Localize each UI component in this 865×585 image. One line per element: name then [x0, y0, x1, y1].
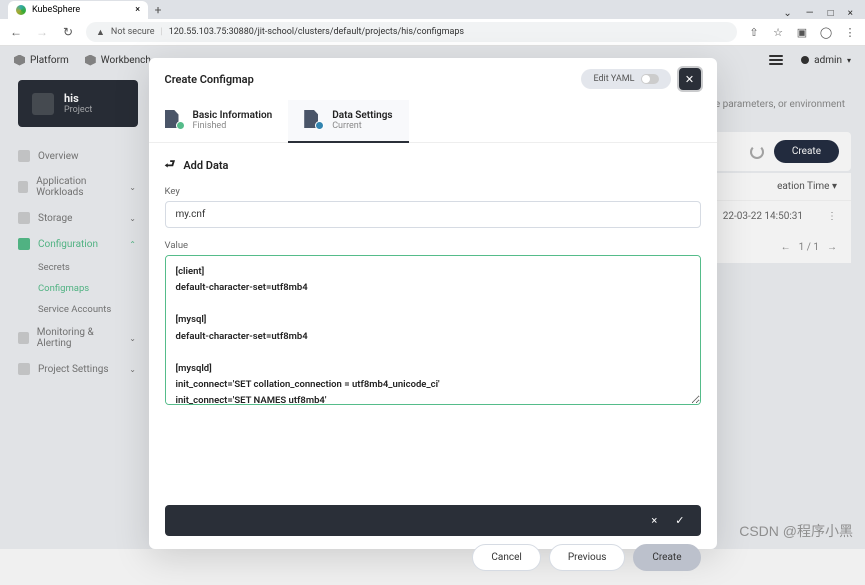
- key-input[interactable]: [165, 201, 701, 228]
- browser-menu-icon[interactable]: ⋮: [843, 25, 857, 39]
- address-bar: ← → ↻ ▲ Not secure | 120.55.103.75:30880…: [0, 19, 865, 46]
- browser-tab-strip: KubeSphere × + ⌄ — □ ×: [0, 0, 865, 19]
- step-data-settings[interactable]: Data Settings Current: [288, 100, 408, 143]
- url-text: 120.55.103.75:30880/jit-school/clusters/…: [169, 27, 464, 37]
- modal-actions: Cancel Previous Create: [149, 544, 717, 585]
- wizard-steps: Basic Information Finished Data Settings…: [149, 100, 717, 143]
- tab-title: KubeSphere: [32, 5, 80, 15]
- chevron-down-icon[interactable]: ⌄: [783, 8, 791, 19]
- window-minimize[interactable]: —: [806, 8, 814, 19]
- url-box[interactable]: ▲ Not secure | 120.55.103.75:30880/jit-s…: [86, 22, 737, 42]
- share-icon[interactable]: ⇧: [747, 25, 761, 39]
- modal-title: Create Configmap: [165, 73, 254, 86]
- favicon-icon: [16, 5, 26, 15]
- nav-forward[interactable]: →: [34, 24, 50, 40]
- tab-close-icon[interactable]: ×: [135, 5, 140, 15]
- nav-back[interactable]: ←: [8, 24, 24, 40]
- form-footer-bar: × ✓: [165, 505, 701, 536]
- form-title: Add Data: [183, 159, 228, 172]
- extensions-icon[interactable]: ▣: [795, 25, 809, 39]
- back-icon[interactable]: ⮐: [165, 155, 176, 176]
- star-icon[interactable]: ☆: [771, 25, 785, 39]
- browser-tab[interactable]: KubeSphere ×: [8, 1, 148, 19]
- app-root: Platform Workbench admin▾ his Project Ov…: [0, 46, 865, 549]
- not-secure-label: Not secure: [111, 27, 155, 37]
- close-icon[interactable]: ✕: [679, 68, 701, 90]
- watermark: CSDN @程序小黑: [739, 521, 853, 541]
- modal-backdrop: Create Configmap Edit YAML ✕ Basic Infor…: [0, 46, 865, 549]
- modal-header: Create Configmap Edit YAML ✕: [149, 58, 717, 100]
- form: ⮐ Add Data Key Value: [149, 143, 717, 429]
- not-secure-icon: ▲: [96, 27, 105, 38]
- doc-icon: [165, 110, 183, 128]
- window-controls: ⌄ — □ ×: [783, 8, 865, 19]
- value-label: Value: [165, 240, 701, 251]
- window-close[interactable]: ×: [848, 8, 853, 19]
- value-textarea[interactable]: [165, 255, 701, 405]
- step-basic-info[interactable]: Basic Information Finished: [149, 100, 289, 142]
- new-tab-button[interactable]: +: [148, 1, 168, 19]
- profile-icon[interactable]: ◯: [819, 25, 833, 39]
- create-submit-button[interactable]: Create: [633, 544, 700, 571]
- yaml-toggle[interactable]: [641, 74, 659, 84]
- confirm-icon[interactable]: ✓: [675, 514, 684, 527]
- nav-reload[interactable]: ↻: [60, 24, 76, 40]
- cancel-button[interactable]: Cancel: [472, 544, 540, 571]
- key-label: Key: [165, 186, 701, 197]
- edit-yaml-button[interactable]: Edit YAML: [581, 69, 670, 89]
- doc-icon: [304, 110, 322, 128]
- discard-icon[interactable]: ×: [651, 514, 657, 527]
- previous-button[interactable]: Previous: [549, 544, 626, 571]
- create-configmap-modal: Create Configmap Edit YAML ✕ Basic Infor…: [149, 58, 717, 549]
- window-maximize[interactable]: □: [828, 8, 834, 19]
